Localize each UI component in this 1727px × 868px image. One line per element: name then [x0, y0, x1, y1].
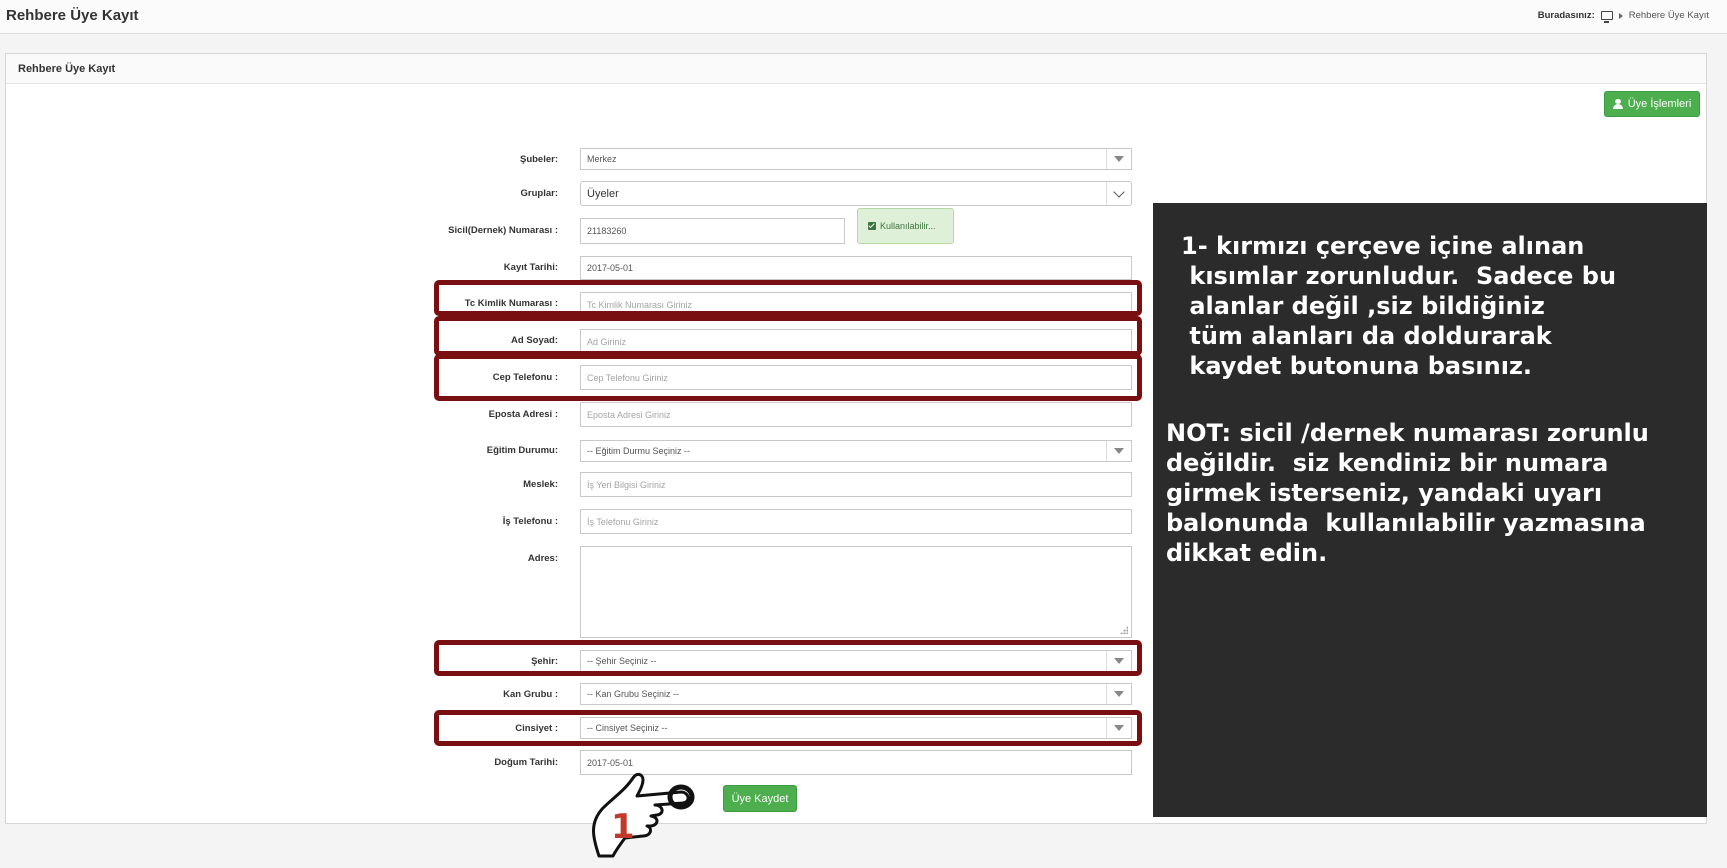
- label-tc: Tc Kimlik Numarası :: [464, 298, 558, 309]
- dropdown-arrow-icon: [1114, 156, 1124, 162]
- dropdown-arrow-icon: [1114, 448, 1124, 454]
- is-telefonu-input[interactable]: İş Telefonu Giriniz: [580, 509, 1132, 534]
- kan-grubu-select[interactable]: -- Kan Grubu Seçiniz --: [580, 683, 1132, 705]
- label-is-telefonu: İş Telefonu :: [502, 516, 558, 527]
- instruction-note-2: NOT: sicil /dernek numarası zorunlu deği…: [1166, 419, 1649, 567]
- instruction-note-box: 1- kırmızı çerçeve içine alınan kısımlar…: [1153, 203, 1707, 817]
- pointing-hand-icon: 1: [592, 772, 695, 858]
- kayit-tarihi-input[interactable]: 2017-05-01: [580, 256, 1132, 280]
- user-icon: [1612, 99, 1623, 109]
- hand-number: 1: [611, 807, 635, 847]
- label-sicil: Sicil(Dernek) Numarası :: [448, 225, 558, 236]
- dogum-tarihi-value: 2017-05-01: [587, 757, 634, 768]
- cep-placeholder: Cep Telefonu Giriniz: [587, 372, 668, 383]
- egitim-select[interactable]: -- Eğitim Durmu Seçiniz --: [580, 440, 1132, 462]
- subeler-select[interactable]: Merkez: [580, 148, 1132, 170]
- member-operations-button[interactable]: Üye İşlemleri: [1604, 91, 1700, 117]
- eposta-input[interactable]: Eposta Adresi Giriniz: [580, 402, 1132, 427]
- meslek-placeholder: İş Yeri Bilgisi Giriniz: [587, 479, 666, 490]
- meslek-input[interactable]: İş Yeri Bilgisi Giriniz: [580, 472, 1132, 497]
- label-eposta: Eposta Adresi :: [488, 409, 558, 420]
- kayit-tarihi-value: 2017-05-01: [587, 263, 634, 273]
- tc-placeholder: Tc Kimlik Numarası Giriniz: [587, 299, 693, 310]
- sicil-input[interactable]: 21183260: [580, 218, 845, 244]
- subeler-value: Merkez: [587, 154, 617, 164]
- label-subeler: Şubeler:: [519, 154, 558, 165]
- availability-bubble: Kullanılabilir...: [857, 208, 954, 244]
- cinsiyet-select[interactable]: -- Cinsiyet Seçiniz --: [580, 717, 1132, 739]
- monitor-icon[interactable]: [1600, 11, 1613, 23]
- label-cep: Cep Telefonu :: [492, 372, 558, 383]
- instruction-note-1: 1- kırmızı çerçeve içine alınan kısımlar…: [1181, 232, 1617, 380]
- dropdown-arrow-icon: [1114, 658, 1124, 664]
- gruplar-select[interactable]: Üyeler: [580, 181, 1132, 206]
- cep-input[interactable]: Cep Telefonu Giriniz: [580, 365, 1132, 390]
- label-kayit-tarihi: Kayıt Tarihi:: [503, 262, 558, 273]
- label-cinsiyet: Cinsiyet :: [515, 723, 558, 734]
- caret-right-icon: [1618, 12, 1623, 19]
- page-title: Rehbere Üye Kayıt: [6, 7, 139, 24]
- dropdown-arrow-icon: [1114, 725, 1124, 731]
- label-ad-soyad: Ad Soyad:: [511, 335, 558, 346]
- label-meslek: Meslek:: [523, 479, 558, 490]
- breadcrumb: Buradasınız: Rehbere Üye Kayıt: [1537, 10, 1709, 23]
- kan-grubu-value: -- Kan Grubu Seçiniz --: [587, 689, 680, 699]
- resize-handle-icon[interactable]: [1120, 626, 1128, 634]
- egitim-value: -- Eğitim Durmu Seçiniz --: [587, 446, 691, 456]
- sicil-value: 21183260: [587, 226, 627, 236]
- breadcrumb-current[interactable]: Rehbere Üye Kayıt: [1629, 10, 1709, 21]
- chevron-down-icon: [1113, 185, 1125, 198]
- availability-text: Kullanılabilir...: [880, 221, 936, 231]
- sehir-select[interactable]: -- Şehir Seçiniz --: [580, 650, 1132, 672]
- tc-input[interactable]: Tc Kimlik Numarası Giriniz: [580, 292, 1132, 317]
- ad-soyad-input[interactable]: Ad Giriniz: [580, 329, 1132, 354]
- label-egitim: Eğitim Durumu:: [486, 445, 558, 456]
- panel-header: Rehbere Üye Kayıt: [6, 54, 1706, 84]
- sehir-value: -- Şehir Seçiniz --: [587, 656, 657, 666]
- cinsiyet-value: -- Cinsiyet Seçiniz --: [587, 723, 668, 733]
- label-kan-grubu: Kan Grubu :: [503, 689, 558, 700]
- check-icon: [868, 222, 876, 230]
- breadcrumb-label: Buradasınız:: [1537, 10, 1595, 21]
- panel-title: Rehbere Üye Kayıt: [18, 63, 116, 75]
- eposta-placeholder: Eposta Adresi Giriniz: [587, 409, 671, 420]
- dropdown-arrow-icon: [1114, 691, 1124, 697]
- member-operations-label: Üye İşlemleri: [1627, 98, 1692, 110]
- gruplar-value: Üyeler: [587, 187, 619, 200]
- label-gruplar: Gruplar:: [520, 188, 558, 199]
- top-bar: Rehbere Üye Kayıt Buradasınız: Rehbere Ü…: [0, 0, 1727, 34]
- label-dogum: Doğum Tarihi:: [494, 757, 558, 768]
- save-member-label: Üye Kaydet: [731, 792, 789, 805]
- label-adres: Adres:: [527, 553, 558, 564]
- is-telefonu-placeholder: İş Telefonu Giriniz: [587, 516, 659, 527]
- label-sehir: Şehir:: [531, 656, 558, 667]
- ad-soyad-placeholder: Ad Giriniz: [587, 336, 627, 347]
- adres-textarea[interactable]: [580, 546, 1132, 638]
- save-member-button[interactable]: Üye Kaydet: [723, 785, 797, 812]
